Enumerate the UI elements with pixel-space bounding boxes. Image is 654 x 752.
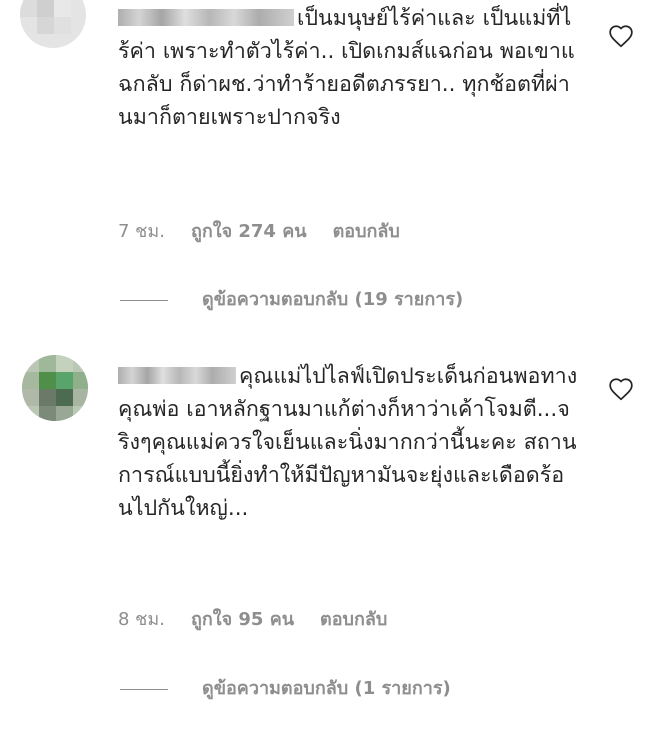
likes-count[interactable]: ถูกใจ 274 คน [191,216,307,245]
view-replies-label[interactable]: ดูข้อความตอบกลับ (1 รายการ) [202,678,451,699]
comment-time[interactable]: 8 ชม. [118,604,165,633]
like-icon[interactable] [608,24,634,48]
divider [120,299,168,301]
reply-button[interactable]: ตอบกลับ [320,604,387,633]
likes-count[interactable]: ถูกใจ 95 คน [191,604,294,633]
comment-item: คุณแม่ไปไลฟ์เปิดประเด็นก่อนพอทางคุณพ่อ เ… [0,350,654,750]
view-replies-button[interactable]: ดูข้อความตอบกลับ (19 รายการ) [120,284,463,313]
reply-button[interactable]: ตอบกลับ [333,216,400,245]
username[interactable] [118,367,236,384]
view-replies-label[interactable]: ดูข้อความตอบกลับ (19 รายการ) [202,289,463,310]
divider [120,688,168,690]
view-replies-button[interactable]: ดูข้อความตอบกลับ (1 รายการ) [120,673,451,702]
username[interactable] [118,9,294,26]
avatar[interactable] [20,0,86,48]
avatar[interactable] [22,355,88,421]
comment-body: คุณแม่ไปไลฟ์เปิดประเด็นก่อนพอทางคุณพ่อ เ… [118,364,578,521]
comment-text: เป็นมนุษย์ไร้ค่าและ เป็นแม่ที่ไร้ค่า เพร… [118,2,578,134]
like-icon[interactable] [608,377,634,401]
comment-text: คุณแม่ไปไลฟ์เปิดประเด็นก่อนพอทางคุณพ่อ เ… [118,360,578,525]
comment-meta: 8 ชม. ถูกใจ 95 คน ตอบกลับ [118,604,387,633]
comment-meta: 7 ชม. ถูกใจ 274 คน ตอบกลับ [118,216,400,245]
comment-time[interactable]: 7 ชม. [118,216,165,245]
comment-item: เป็นมนุษย์ไร้ค่าและ เป็นแม่ที่ไร้ค่า เพร… [0,0,654,330]
